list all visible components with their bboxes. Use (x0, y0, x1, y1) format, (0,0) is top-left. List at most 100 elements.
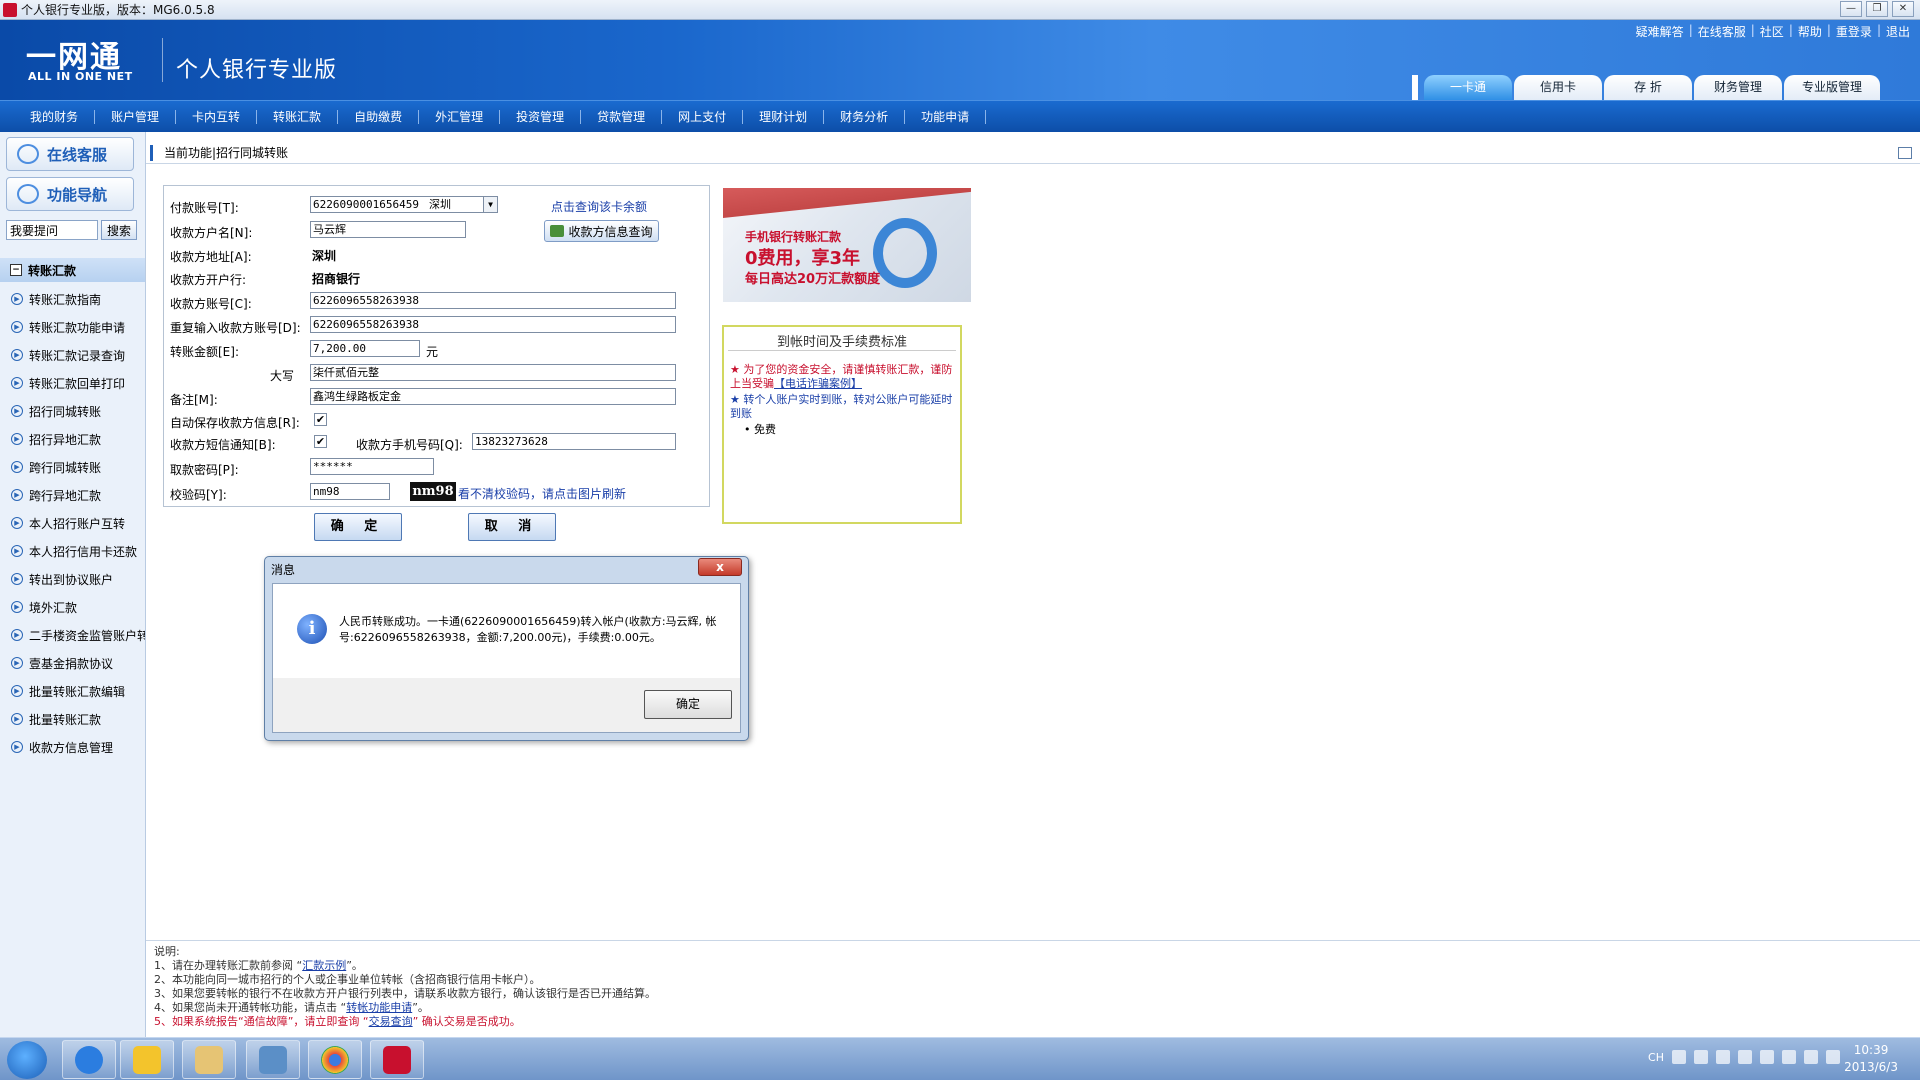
customer-service-icon (17, 144, 39, 164)
sidebar-item-batch-transfer[interactable]: ▶ 批量转账汇款 (0, 705, 145, 733)
taskbar-notes[interactable] (120, 1040, 174, 1079)
remit-example-link[interactable]: 汇款示例 (302, 959, 346, 972)
start-button[interactable] (7, 1041, 47, 1079)
fraud-case-link[interactable]: 【电话诈骗案例】 (774, 377, 862, 390)
tray-block-icon[interactable] (1694, 1050, 1708, 1064)
dialog-ok-button[interactable]: 确定 (644, 690, 732, 719)
sidebar-item-payee-management[interactable]: ▶ 收款方信息管理 (0, 733, 145, 761)
amount-input[interactable]: 7,200.00 (310, 340, 420, 357)
captcha-refresh-hint[interactable]: 看不清校验码，请点击图片刷新 (458, 485, 626, 502)
chevron-down-icon[interactable]: ▼ (483, 197, 497, 212)
cancel-button[interactable]: 取 消 (468, 513, 556, 541)
mobile-input[interactable]: 13823273628 (472, 433, 676, 450)
menu-section-transfer[interactable]: − 转账汇款 (0, 258, 145, 282)
nav-feature-apply[interactable]: 功能申请 (905, 109, 987, 124)
taskbar-photo[interactable] (246, 1040, 300, 1079)
payee-account-input[interactable]: 6226096558263938 (310, 292, 676, 309)
payee-info-query-button[interactable]: 收款方信息查询 (544, 220, 659, 242)
restore-button[interactable]: ❐ (1866, 1, 1888, 17)
tab-passbook[interactable]: 存 折 (1603, 75, 1692, 100)
sidebar-item-batch-edit[interactable]: ▶ 批量转账汇款编辑 (0, 677, 145, 705)
promo-banner[interactable]: 手机银行转账汇款 0费用，享3年 每日高达20万汇款额度 (723, 188, 971, 302)
ime-indicator[interactable]: CH (1648, 1051, 1664, 1064)
balance-query-link[interactable]: 点击查询该卡余额 (551, 198, 647, 215)
taskbar-cmb[interactable] (370, 1040, 424, 1079)
sidebar-item-donation[interactable]: ▶ 壹基金捐款协议 (0, 649, 145, 677)
auto-save-checkbox[interactable]: ✔ (314, 413, 327, 426)
sidebar-item-agreement-account[interactable]: ▶ 转出到协议账户 (0, 565, 145, 593)
taskbar-clock[interactable]: 10:39 2013/6/3 (1844, 1042, 1898, 1076)
confirm-button[interactable]: 确 定 (314, 513, 402, 541)
payee-name-input[interactable]: 马云辉 (310, 221, 466, 238)
tray-network-icon[interactable] (1804, 1050, 1818, 1064)
transfer-apply-link[interactable]: 转帐功能申请 (346, 1001, 412, 1014)
top-link-online-service[interactable]: 在线客服 (1696, 23, 1748, 40)
taskbar-chrome[interactable] (308, 1040, 362, 1079)
nav-online-payment[interactable]: 网上支付 (662, 109, 744, 124)
sidebar-item-own-account-transfer[interactable]: ▶ 本人招行账户互转 (0, 509, 145, 537)
captcha-image[interactable]: nm98 (410, 482, 456, 501)
top-link-help[interactable]: 帮助 (1796, 23, 1824, 40)
minimize-button[interactable]: — (1840, 1, 1862, 17)
dialog-close-button[interactable]: x (698, 558, 742, 576)
mobile-label: 收款方手机号码[Q]: (356, 438, 463, 452)
browser-icon (75, 1045, 103, 1074)
top-link-community[interactable]: 社区 (1758, 23, 1786, 40)
tray-settings-icon[interactable] (1738, 1050, 1752, 1064)
transaction-query-link[interactable]: 交易查询 (369, 1015, 413, 1028)
taskbar-ie[interactable] (62, 1040, 116, 1079)
payer-account-select[interactable]: 6226090001656459 深圳 ▼ (310, 196, 498, 213)
question-search-input[interactable] (6, 220, 98, 240)
top-link-exit[interactable]: 退出 (1884, 23, 1912, 40)
taskbar-explorer[interactable] (182, 1040, 236, 1079)
nav-card-transfer[interactable]: 卡内互转 (176, 109, 258, 124)
instruction-text: 4、如果您尚未开通转帐功能，请点击 “ (154, 1001, 347, 1014)
sidebar-item-escrow[interactable]: ▶ 二手楼资金监管账户转 (0, 621, 145, 649)
nav-transfer-remit[interactable]: 转账汇款 (257, 109, 339, 124)
nav-investment[interactable]: 投资管理 (500, 109, 582, 124)
captcha-input[interactable]: nm98 (310, 483, 390, 500)
window-toggle-icon[interactable] (1898, 147, 1912, 159)
header-divider (162, 38, 163, 82)
tray-flag-icon[interactable] (1782, 1050, 1796, 1064)
sidebar-item-receipt-print[interactable]: ▶ 转账汇款回单打印 (0, 369, 145, 397)
sidebar-item-transfer-guide[interactable]: ▶ 转账汇款指南 (0, 285, 145, 313)
payee-account-repeat-input[interactable]: 6226096558263938 (310, 316, 676, 333)
nav-self-payment[interactable]: 自助缴费 (338, 109, 420, 124)
sidebar-item-overseas-remit[interactable]: ▶ 境外汇款 (0, 593, 145, 621)
sidebar-item-interbank-remote[interactable]: ▶ 跨行异地汇款 (0, 481, 145, 509)
remark-input[interactable]: 鑫鸿生绿路板定金 (310, 388, 676, 405)
nav-finance-analysis[interactable]: 财务分析 (824, 109, 906, 124)
nav-account-management[interactable]: 账户管理 (95, 109, 177, 124)
top-link-faq[interactable]: 疑难解答 (1634, 23, 1686, 40)
sidebar-item-transfer-apply[interactable]: ▶ 转账汇款功能申请 (0, 313, 145, 341)
main-nav: 我的财务 账户管理 卡内互转 转账汇款 自助缴费 外汇管理 投资管理 贷款管理 … (0, 100, 1920, 132)
tray-keyboard-icon[interactable] (1672, 1050, 1686, 1064)
sidebar-item-credit-repay[interactable]: ▶ 本人招行信用卡还款 (0, 537, 145, 565)
withdraw-password-input[interactable]: ****** (310, 458, 434, 475)
online-service-button[interactable]: 在线客服 (6, 137, 134, 171)
tray-volume-icon[interactable] (1826, 1050, 1840, 1064)
sidebar-item-remote-remit[interactable]: ▶ 招行异地汇款 (0, 425, 145, 453)
sidebar-item-transfer-records[interactable]: ▶ 转账汇款记录查询 (0, 341, 145, 369)
top-link-relogin[interactable]: 重登录 (1834, 23, 1874, 40)
nav-my-finance[interactable]: 我的财务 (14, 109, 96, 124)
sidebar-item-same-city-transfer[interactable]: ▶ 招行同城转账 (0, 397, 145, 425)
tray-lang-icon[interactable] (1716, 1050, 1730, 1064)
tab-finance-management[interactable]: 财务管理 (1693, 75, 1782, 100)
tab-credit-card[interactable]: 信用卡 (1513, 75, 1602, 100)
tray-help-icon[interactable] (1760, 1050, 1774, 1064)
function-nav-button[interactable]: 功能导航 (6, 177, 134, 211)
nav-forex[interactable]: 外汇管理 (419, 109, 501, 124)
collapse-icon[interactable]: − (10, 264, 22, 276)
search-button[interactable]: 搜索 (101, 220, 137, 240)
nav-wealth-plan[interactable]: 理财计划 (743, 109, 825, 124)
nav-loans[interactable]: 贷款管理 (581, 109, 663, 124)
tab-pro-management[interactable]: 专业版管理 (1783, 75, 1880, 100)
tab-debit-card[interactable]: 一卡通 (1423, 75, 1512, 100)
sidebar-item-interbank-same-city[interactable]: ▶ 跨行同城转账 (0, 453, 145, 481)
sms-notify-label: 收款方短信通知[B]: (170, 438, 276, 452)
sms-notify-checkbox[interactable]: ✔ (314, 435, 327, 448)
close-window-button[interactable]: ✕ (1892, 1, 1914, 17)
window-title-bar: 个人银行专业版，版本：MG6.0.5.8 — ❐ ✕ (0, 0, 1920, 20)
